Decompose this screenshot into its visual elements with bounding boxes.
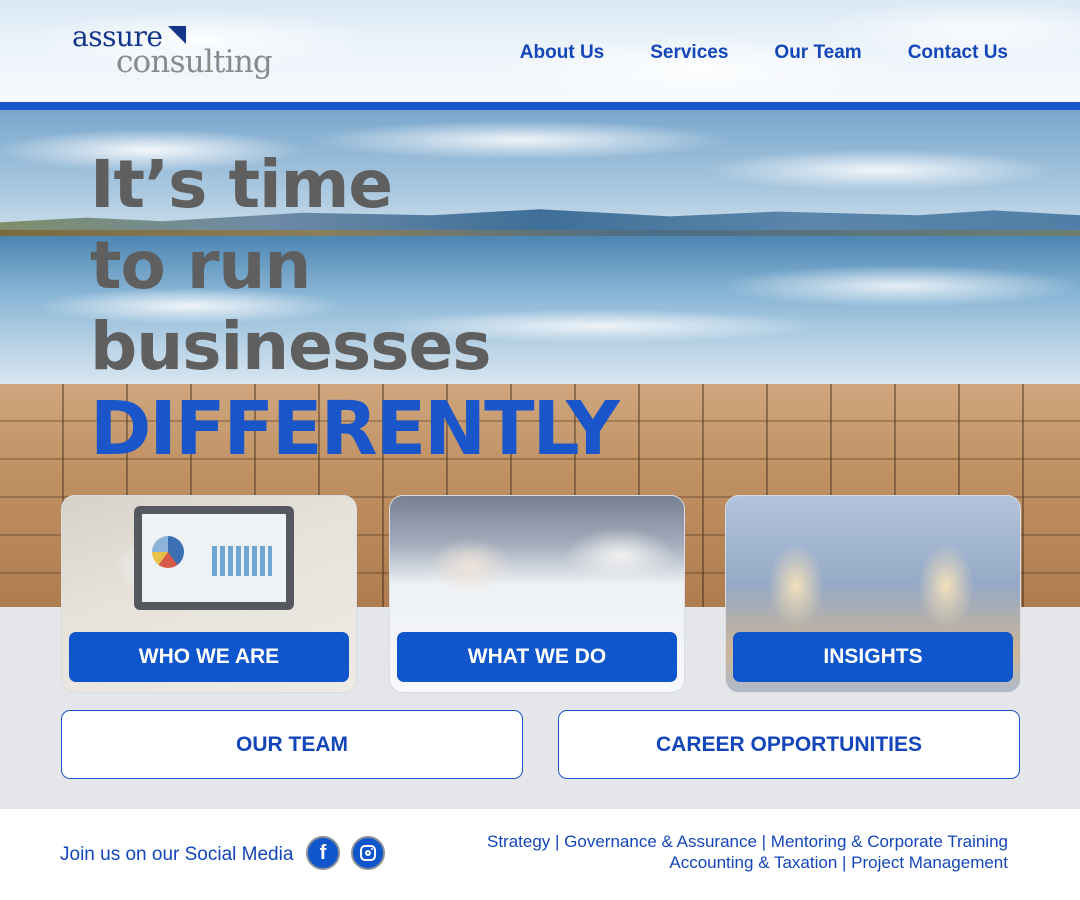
logo[interactable]: assure consulting (72, 20, 282, 84)
footer-links-line-1[interactable]: Strategy | Governance & Assurance | Ment… (487, 832, 1008, 851)
our-team-button[interactable]: OUR TEAM (61, 710, 523, 779)
bar-chart-graphic (212, 546, 272, 576)
who-we-are-button[interactable]: WHO WE ARE (69, 632, 349, 682)
nav-about-us[interactable]: About Us (520, 42, 604, 64)
card-who-we-are[interactable]: WHO WE ARE (61, 495, 357, 693)
hero-line-3: businesses (90, 308, 492, 385)
facebook-icon[interactable]: f (306, 836, 340, 870)
footer-links-line-2[interactable]: Accounting & Taxation | Project Manageme… (669, 853, 1008, 872)
logo-consulting-text: consulting (116, 44, 273, 80)
site-footer: Join us on our Social Media f Strategy |… (0, 809, 1080, 900)
nav-services[interactable]: Services (650, 42, 728, 64)
career-opportunities-button[interactable]: CAREER OPPORTUNITIES (558, 710, 1020, 779)
hero-headline: It’s time to run businesses DIFFERENTLY (90, 144, 620, 472)
what-we-do-button[interactable]: WHAT WE DO (397, 632, 677, 682)
logo-mark-icon (168, 26, 186, 44)
instagram-icon[interactable] (351, 836, 385, 870)
card-what-we-do[interactable]: WHAT WE DO (389, 495, 685, 693)
insights-button[interactable]: INSIGHTS (733, 632, 1013, 682)
social-media-label: Join us on our Social Media (60, 844, 294, 865)
site-header: assure consulting About Us Services Our … (0, 0, 1080, 104)
hero-accent-word: DIFFERENTLY (90, 386, 620, 472)
hero-line-2: to run (90, 227, 311, 304)
hero-line-1: It’s time (90, 146, 393, 223)
header-divider (0, 102, 1080, 110)
pie-chart-graphic (152, 536, 184, 568)
main-nav: About Us Services Our Team Contact Us (474, 42, 1008, 64)
instagram-glyph-icon (360, 845, 376, 861)
footer-services-links: Strategy | Governance & Assurance | Ment… (487, 831, 1008, 873)
card-insights[interactable]: INSIGHTS (725, 495, 1021, 693)
nav-our-team[interactable]: Our Team (774, 42, 861, 64)
nav-contact-us[interactable]: Contact Us (908, 42, 1008, 64)
